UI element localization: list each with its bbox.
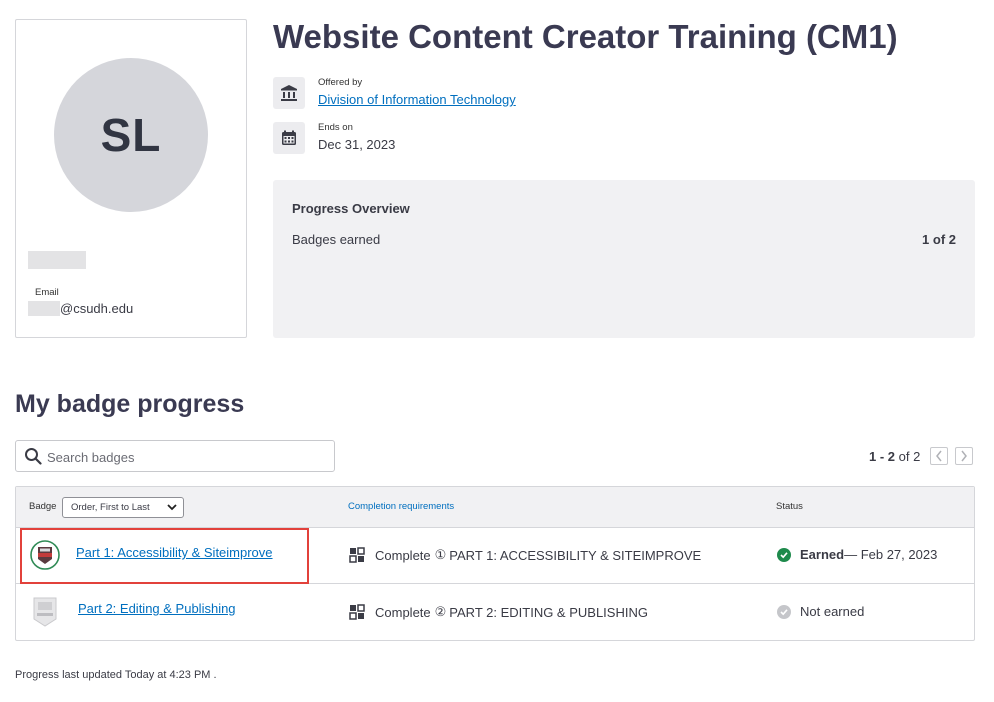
- progress-updated-note: Progress last updated Today at 4:23 PM .: [15, 669, 217, 681]
- sort-select-value: Order, First to Last: [71, 502, 150, 513]
- highlight-box: [20, 528, 309, 584]
- chevron-left-icon: [936, 450, 942, 462]
- table-header: Badge Order, First to Last Completion re…: [16, 487, 974, 528]
- sort-select[interactable]: Order, First to Last: [62, 497, 184, 518]
- email-value: @csudh.edu: [28, 301, 133, 316]
- email-domain: @csudh.edu: [60, 301, 134, 316]
- prev-page-button[interactable]: [930, 447, 948, 465]
- column-status: Status: [776, 501, 803, 512]
- badge-link-part2[interactable]: Part 2: Editing & Publishing: [78, 601, 236, 616]
- table-row: Part 1: Accessibility & Siteimprove Comp…: [16, 528, 974, 584]
- profile-card: SL Email @csudh.edu: [15, 19, 247, 338]
- table-row: Part 2: Editing & Publishing Complete ② …: [16, 585, 974, 641]
- search-icon[interactable]: [24, 447, 42, 470]
- calendar-icon: [273, 122, 305, 154]
- ends-on-label: Ends on: [318, 122, 353, 133]
- badges-earned-count: 1 of 2: [922, 232, 956, 247]
- avatar: SL: [54, 58, 208, 212]
- check-circle-icon: [777, 547, 791, 562]
- requirement-prefix: Complete: [375, 547, 431, 563]
- pager-range: 1 - 2: [869, 449, 896, 464]
- requirement: Complete ② PART 2: EDITING & PUBLISHING: [349, 604, 648, 620]
- module-icon: [349, 604, 365, 620]
- offered-by-label: Offered by: [318, 77, 363, 88]
- requirement-text: PART 1: ACCESSIBILITY & SITEIMPROVE: [449, 547, 702, 563]
- badge-not-earned-icon: [33, 597, 57, 627]
- column-badge: Badge: [29, 501, 57, 512]
- status-label: Not earned: [800, 604, 865, 619]
- badge-progress-heading: My badge progress: [15, 390, 245, 418]
- column-requirements[interactable]: Completion requirements: [348, 501, 454, 512]
- status: Earned — Feb 27, 2023: [777, 547, 937, 562]
- institution-icon: [273, 77, 305, 109]
- search-box: [15, 440, 335, 472]
- email-label: Email: [35, 287, 59, 298]
- status: Not earned: [777, 604, 864, 619]
- email-redacted: [28, 301, 60, 316]
- pager-total: of 2: [895, 449, 921, 464]
- page-title: Website Content Creator Training (CM1): [273, 18, 898, 55]
- search-input[interactable]: [47, 447, 327, 467]
- progress-overview-title: Progress Overview: [292, 201, 410, 216]
- requirement-number: ②: [434, 604, 447, 619]
- badges-earned-label: Badges earned: [292, 232, 381, 247]
- status-date: — Feb 27, 2023: [844, 547, 938, 562]
- badges-table: Badge Order, First to Last Completion re…: [15, 486, 975, 641]
- status-label: Earned: [800, 547, 845, 562]
- module-icon: [349, 547, 365, 563]
- requirement-prefix: Complete: [375, 604, 431, 620]
- name-redacted: [28, 251, 86, 269]
- requirement: Complete ① PART 1: ACCESSIBILITY & SITEI…: [349, 547, 701, 563]
- requirement-number: ①: [434, 547, 447, 562]
- pager-text: 1 - 2 of 2: [869, 449, 920, 464]
- ends-on-value: Dec 31, 2023: [318, 137, 396, 152]
- chevron-down-icon: [167, 504, 177, 511]
- chevron-right-icon: [961, 450, 967, 462]
- progress-overview-panel: Progress Overview Badges earned 1 of 2: [273, 180, 975, 338]
- next-page-button[interactable]: [955, 447, 973, 465]
- check-circle-icon: [777, 604, 791, 619]
- requirement-text: PART 2: EDITING & PUBLISHING: [449, 604, 648, 620]
- offered-by-link[interactable]: Division of Information Technology: [318, 92, 516, 107]
